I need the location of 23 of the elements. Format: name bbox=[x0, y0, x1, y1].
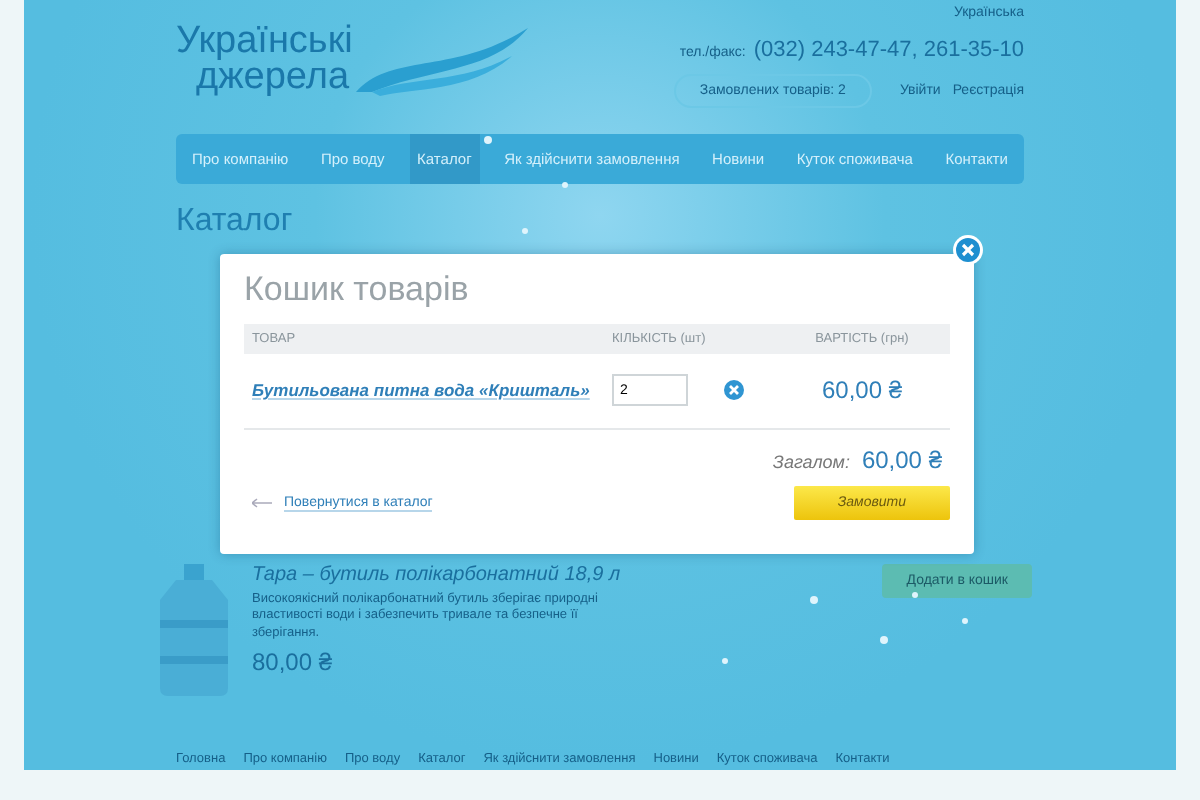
water-drop-icon bbox=[521, 227, 527, 233]
total-value: 60,00 ₴ bbox=[861, 446, 942, 474]
product-title: Тара – бутиль полікарбонатний 18,9 л bbox=[252, 564, 623, 586]
product-link[interactable]: Бутильована питна вода «Кришталь» bbox=[252, 380, 612, 400]
row-price: 60,00 ₴ bbox=[819, 376, 905, 404]
logo-text: Українські bbox=[176, 23, 353, 60]
page-title: Каталог bbox=[176, 204, 293, 240]
close-icon[interactable] bbox=[952, 234, 984, 266]
water-drop-icon bbox=[484, 136, 492, 144]
phone-number: (032) 243-47-47, 261-35-10 bbox=[753, 38, 1024, 62]
total-label: Загалом: bbox=[772, 452, 850, 472]
water-drop-icon bbox=[721, 657, 727, 663]
logo-text: джерела bbox=[196, 59, 352, 96]
water-drop-icon bbox=[561, 181, 567, 187]
left-arrow-icon bbox=[252, 498, 272, 508]
dialog-title: Кошик товарів bbox=[244, 270, 471, 310]
product-price: 80,00 ₴ bbox=[252, 648, 335, 677]
water-drop-icon bbox=[880, 636, 888, 644]
wave-logo-icon bbox=[352, 24, 533, 96]
water-drop-icon bbox=[810, 596, 818, 604]
remove-icon[interactable] bbox=[724, 380, 744, 400]
water-drop-icon bbox=[911, 591, 917, 597]
water-drop-icon bbox=[961, 617, 967, 623]
